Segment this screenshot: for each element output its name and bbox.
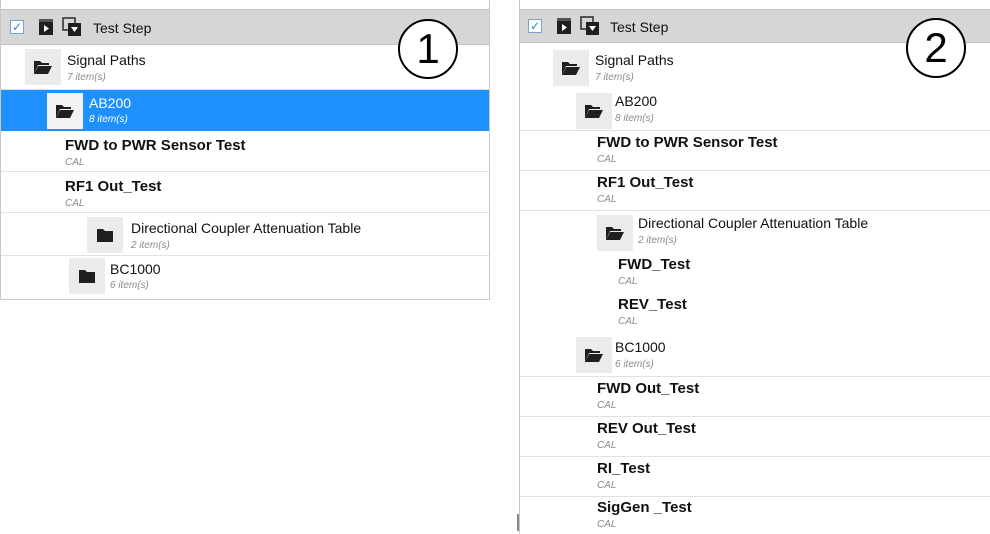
test-step-icon[interactable] [36, 17, 56, 37]
tree-row-test[interactable]: FWD Out_Test CAL [520, 377, 990, 417]
tree-row-test[interactable]: REV Out_Test CAL [520, 417, 990, 457]
folder-open-icon [553, 50, 589, 86]
tree-row-bc1000[interactable]: BC1000 6 item(s) [520, 333, 990, 377]
test-type: CAL [65, 157, 85, 168]
tree-row-test[interactable]: RF1 Out_Test CAL [1, 172, 489, 213]
folder-name: AB200 [89, 95, 132, 111]
folder-open-icon [576, 337, 612, 373]
test-name: RF1 Out_Test [65, 178, 162, 195]
test-type: CAL [597, 154, 617, 165]
test-type: CAL [618, 276, 638, 287]
folder-count: 7 item(s) [67, 72, 106, 83]
tree-row-test[interactable]: RF1 Out_Test CAL [520, 171, 990, 211]
test-type: CAL [597, 440, 617, 451]
folder-count: 2 item(s) [131, 240, 170, 251]
tree-row-test[interactable]: FWD to PWR Sensor Test CAL [520, 131, 990, 171]
folder-count: 2 item(s) [638, 235, 677, 246]
select-all-checkbox[interactable]: ✓ [10, 20, 24, 34]
folder-name: Signal Paths [67, 52, 146, 68]
tree-panel-1: ✓ Test Step Signal Paths 7 item(s) AB200… [0, 0, 490, 300]
header-label: Test Step [93, 20, 152, 36]
test-step-icon[interactable] [554, 16, 574, 36]
panel-top-strip [520, 0, 990, 9]
folder-closed-icon [69, 258, 105, 294]
test-name: FWD_Test [618, 256, 691, 273]
test-type: CAL [597, 400, 617, 411]
step-badge: 2 [906, 18, 966, 78]
folder-closed-icon [87, 217, 123, 253]
tree-row-test[interactable]: RI_Test CAL [520, 457, 990, 497]
test-type: CAL [65, 198, 85, 209]
tree-row-directional-coupler[interactable]: Directional Coupler Attenuation Table 2 … [520, 211, 990, 253]
test-name: RI_Test [597, 460, 651, 477]
folder-count: 6 item(s) [110, 280, 149, 291]
tree-row-directional-coupler[interactable]: Directional Coupler Attenuation Table 2 … [1, 213, 489, 256]
folder-name: Directional Coupler Attenuation Table [638, 215, 869, 231]
select-all-checkbox[interactable]: ✓ [528, 19, 542, 33]
panel-top-strip [1, 0, 489, 9]
folder-count: 6 item(s) [615, 359, 654, 370]
folder-name: Signal Paths [595, 52, 674, 68]
folder-open-icon [597, 215, 633, 251]
test-type: CAL [597, 519, 617, 530]
folder-name: BC1000 [615, 339, 666, 355]
test-name: REV Out_Test [597, 420, 696, 437]
tree-panel-2: ✓ Test Step Signal Paths 7 item(s) AB200… [519, 0, 990, 534]
expand-all-icon[interactable] [62, 17, 82, 37]
folder-count: 8 item(s) [615, 113, 654, 124]
test-type: CAL [597, 194, 617, 205]
test-name: REV_Test [618, 296, 687, 313]
folder-name: Directional Coupler Attenuation Table [131, 220, 362, 236]
folder-count: 7 item(s) [595, 72, 634, 83]
step-badge: 1 [398, 19, 458, 79]
test-name: SigGen _Test [597, 499, 692, 516]
folder-open-icon [47, 93, 83, 129]
test-type: CAL [618, 316, 638, 327]
tree-row-test[interactable]: REV_Test CAL [520, 293, 990, 333]
expand-all-icon[interactable] [580, 16, 600, 36]
folder-open-icon [25, 49, 61, 85]
folder-name: AB200 [615, 93, 658, 109]
folder-open-icon [576, 93, 612, 129]
test-name: FWD Out_Test [597, 380, 700, 397]
tree-row-test[interactable]: SigGen _Test CAL [520, 497, 990, 534]
folder-count: 8 item(s) [89, 114, 128, 125]
folder-name: BC1000 [110, 261, 161, 277]
header-label: Test Step [610, 19, 669, 35]
tree-row-ab200[interactable]: AB200 8 item(s) [1, 90, 489, 131]
tree-row-ab200[interactable]: AB200 8 item(s) [520, 89, 990, 131]
tree-row-test[interactable]: FWD to PWR Sensor Test CAL [1, 131, 489, 172]
scroll-indicator[interactable] [517, 514, 519, 531]
test-type: CAL [597, 480, 617, 491]
test-name: RF1 Out_Test [597, 174, 694, 191]
tree-row-test[interactable]: FWD_Test CAL [520, 253, 990, 293]
tree-row-bc1000[interactable]: BC1000 6 item(s) [1, 256, 489, 296]
test-name: FWD to PWR Sensor Test [65, 137, 246, 154]
test-name: FWD to PWR Sensor Test [597, 134, 778, 151]
